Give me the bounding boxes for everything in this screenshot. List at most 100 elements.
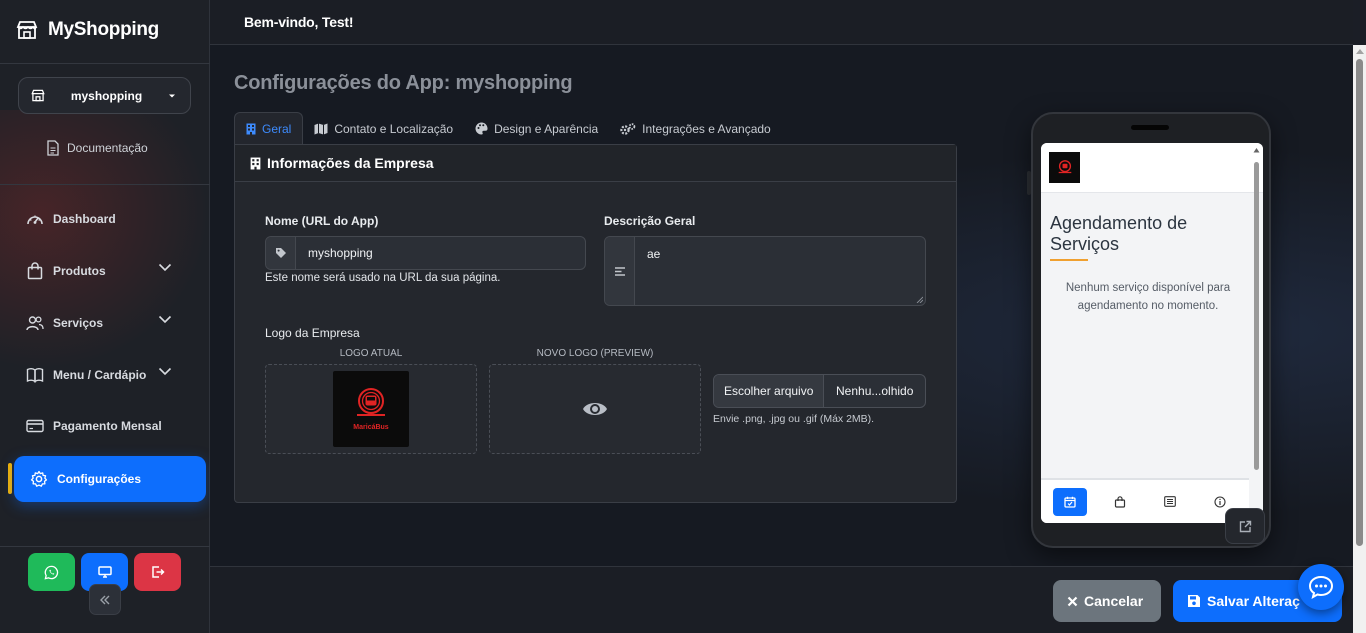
brand-name: MyShopping <box>48 19 159 40</box>
name-help-text: Este nome será usado na URL da sua págin… <box>265 272 501 284</box>
tab-design-aparencia[interactable]: Design e Aparência <box>464 112 609 145</box>
phone-preview: Agendamento de Serviços Nenhum serviço d… <box>1031 112 1271 548</box>
chevron-down-icon <box>158 315 172 324</box>
file-help-text: Envie .png, .jpg ou .gif (Máx 2MB). <box>713 413 875 425</box>
name-input[interactable]: myshopping <box>296 237 385 269</box>
info-icon <box>1214 495 1226 508</box>
current-logo-image: MaricáBus <box>333 371 409 447</box>
whatsapp-icon <box>44 565 59 580</box>
resize-handle-icon[interactable] <box>916 296 923 303</box>
company-info-card: Informações da Empresa Nome (URL do App)… <box>234 144 957 503</box>
tab-label: Integrações e Avançado <box>642 121 771 136</box>
current-logo-box: MaricáBus <box>265 364 477 454</box>
preview-tab-menu[interactable] <box>1153 488 1187 516</box>
logo-file-input[interactable]: Escolher arquivo Nenhu...olhido <box>713 374 926 408</box>
caret-down-icon <box>168 93 176 99</box>
logo-brand-text: MaricáBus <box>353 424 389 431</box>
tab-label: Geral <box>262 121 292 136</box>
people-icon <box>26 315 44 331</box>
name-input-group[interactable]: myshopping <box>265 236 586 270</box>
sidebar-item-pagamento-mensal[interactable]: Pagamento Mensal <box>14 403 206 449</box>
align-left-icon <box>605 237 635 305</box>
sidebar-item-dashboard[interactable]: Dashboard <box>14 196 206 242</box>
preview-tab-schedule[interactable] <box>1053 487 1087 516</box>
tab-integracoes-avancado[interactable]: Integrações e Avançado <box>609 112 782 145</box>
phone-speaker <box>1131 125 1169 130</box>
credit-card-icon <box>26 419 44 433</box>
name-label: Nome (URL do App) <box>265 214 379 228</box>
tab-contato-localizacao[interactable]: Contato e Localização <box>303 112 464 145</box>
page-scrollbar[interactable] <box>1353 45 1366 633</box>
action-footer: Cancelar Salvar Alteraç <box>210 566 1353 633</box>
preview-logo-caption: NOVO LOGO (PREVIEW) <box>536 348 654 359</box>
tag-icon <box>266 237 296 269</box>
floppy-disk-icon <box>1187 594 1201 608</box>
collapse-sidebar-button[interactable] <box>89 584 121 615</box>
palette-icon <box>475 122 488 135</box>
save-label: Salvar Alteraç <box>1207 593 1300 609</box>
logout-button[interactable] <box>134 553 181 591</box>
bus-logo-icon <box>357 388 385 416</box>
map-icon <box>314 123 328 135</box>
preview-tab-shop[interactable] <box>1103 488 1137 516</box>
sidebar: MyShopping myshopping Documentação Dashb… <box>0 0 210 633</box>
sidebar-item-menu-cardapio[interactable]: Menu / Cardápio <box>14 352 206 398</box>
dashboard-gauge-icon <box>26 211 44 227</box>
tab-geral[interactable]: Geral <box>234 112 304 145</box>
tab-label: Design e Aparência <box>494 121 599 136</box>
preview-scrollbar[interactable] <box>1253 147 1260 519</box>
card-header: Informações da Empresa <box>235 145 956 182</box>
sidebar-item-servicos[interactable]: Serviços <box>14 300 206 346</box>
store-icon <box>16 20 38 40</box>
sidebar-item-label: Menu / Cardápio <box>53 368 147 382</box>
brand[interactable]: MyShopping <box>16 19 159 41</box>
main-content: Configurações do App: myshopping Geral C… <box>210 45 1353 566</box>
choose-file-button[interactable]: Escolher arquivo <box>714 375 825 407</box>
store-icon <box>31 89 45 102</box>
sidebar-item-label: Dashboard <box>53 212 116 226</box>
chat-button[interactable] <box>1298 564 1344 610</box>
external-link-icon <box>1239 520 1252 533</box>
sidebar-divider <box>0 63 210 64</box>
page-title: Configurações do App: myshopping <box>234 72 573 94</box>
open-preview-button[interactable] <box>1225 508 1265 544</box>
whatsapp-button[interactable] <box>28 553 75 591</box>
description-textarea[interactable]: ae <box>635 237 672 305</box>
chevron-down-icon <box>158 367 172 376</box>
list-icon <box>1164 496 1176 507</box>
top-bar: Bem-vindo, Test! <box>210 0 1353 45</box>
shopping-bag-icon <box>1114 495 1126 508</box>
scrollbar-thumb[interactable] <box>1356 59 1363 546</box>
title-underline <box>1050 259 1088 261</box>
current-logo-caption: LOGO ATUAL <box>339 348 403 359</box>
double-chevron-left-icon <box>99 595 111 605</box>
gears-icon <box>620 122 636 135</box>
description-input-group[interactable]: ae <box>604 236 926 306</box>
sidebar-item-label: Pagamento Mensal <box>53 419 162 433</box>
building-icon <box>246 123 256 135</box>
sidebar-item-produtos[interactable]: Produtos <box>14 248 206 294</box>
cancel-button[interactable]: Cancelar <box>1053 580 1161 622</box>
documentation-label: Documentação <box>67 141 148 155</box>
calendar-check-icon <box>1064 496 1076 508</box>
close-icon <box>1067 596 1078 607</box>
scroll-up-arrow[interactable] <box>1356 49 1364 54</box>
store-selector[interactable]: myshopping <box>18 77 191 114</box>
sidebar-item-configuracoes[interactable]: Configurações <box>14 456 206 502</box>
settings-tabs: Geral Contato e Localização Design e Apa… <box>234 112 788 145</box>
store-selector-value: myshopping <box>70 88 143 103</box>
preview-empty-message: Nenhum serviço disponível para agendamen… <box>1065 282 1231 312</box>
phone-screen[interactable]: Agendamento de Serviços Nenhum serviço d… <box>1041 143 1263 523</box>
chevron-down-icon <box>158 263 172 272</box>
chat-bubble-icon <box>1308 575 1334 599</box>
shopping-bag-icon <box>26 262 44 280</box>
card-title: Informações da Empresa <box>267 155 434 171</box>
sidebar-item-label: Configurações <box>57 472 142 486</box>
tab-label: Contato e Localização <box>334 121 454 136</box>
documentation-link[interactable]: Documentação <box>46 140 148 156</box>
preview-tab-bar <box>1041 478 1249 523</box>
preview-title: Agendamento de Serviços <box>1050 213 1188 254</box>
description-label: Descrição Geral <box>604 214 696 228</box>
preview-logo-box <box>489 364 701 454</box>
logout-icon <box>151 565 165 579</box>
